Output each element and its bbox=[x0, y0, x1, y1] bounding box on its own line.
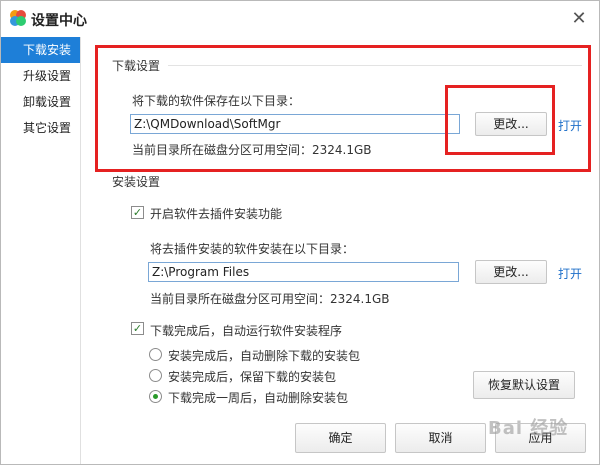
ok-button[interactable]: 确定 bbox=[295, 423, 386, 453]
download-dir-label: 将下载的软件保存在以下目录： bbox=[132, 94, 301, 108]
settings-window: 设置中心 ✕ 下载安装 升级设置 卸载设置 其它设置 下载设置 将下载的软件保存… bbox=[0, 0, 600, 465]
sidebar-item-other-settings[interactable]: 其它设置 bbox=[1, 115, 80, 141]
watermark-text: Bai 经验 bbox=[488, 418, 569, 439]
sidebar-item-download-install[interactable]: 下载安装 bbox=[1, 37, 80, 63]
sidebar: 下载安装 升级设置 卸载设置 其它设置 bbox=[1, 37, 81, 464]
download-path-field[interactable] bbox=[130, 114, 460, 134]
plugin-free-label: 开启软件去插件安装功能 bbox=[150, 207, 283, 221]
radio-delete-after-install-label: 安装完成后，自动删除下载的安装包 bbox=[168, 349, 361, 363]
install-section-title: 安装设置 bbox=[112, 175, 161, 189]
install-free-space: 当前目录所在磁盘分区可用空间：2324.1GB bbox=[150, 292, 390, 306]
install-open-link[interactable]: 打开 bbox=[558, 265, 582, 282]
autorun-checkbox[interactable]: ✓ bbox=[131, 322, 144, 335]
radio-keep-package-label: 安装完成后，保留下载的安装包 bbox=[168, 370, 337, 384]
radio-keep-package[interactable] bbox=[149, 369, 162, 382]
download-section-title: 下载设置 bbox=[112, 59, 161, 73]
app-logo-icon bbox=[10, 10, 26, 26]
close-icon[interactable]: ✕ bbox=[569, 9, 589, 29]
install-change-button[interactable]: 更改... bbox=[475, 260, 547, 284]
download-open-link[interactable]: 打开 bbox=[558, 117, 582, 134]
download-free-space: 当前目录所在磁盘分区可用空间：2324.1GB bbox=[132, 143, 372, 157]
sidebar-item-uninstall-settings[interactable]: 卸载设置 bbox=[1, 89, 80, 115]
install-path-field[interactable] bbox=[148, 262, 459, 282]
plugin-free-checkbox[interactable]: ✓ bbox=[131, 206, 144, 219]
restore-defaults-button[interactable]: 恢复默认设置 bbox=[473, 371, 575, 399]
radio-delete-after-week-label: 下载完成一周后，自动删除安装包 bbox=[168, 391, 349, 405]
settings-content: 下载设置 将下载的软件保存在以下目录： 更改... 打开 当前目录所在磁盘分区可… bbox=[82, 37, 599, 464]
radio-delete-after-install[interactable] bbox=[149, 348, 162, 361]
install-dir-label: 将去插件安装的软件安装在以下目录： bbox=[150, 242, 355, 256]
radio-delete-after-week[interactable] bbox=[149, 390, 162, 403]
window-title: 设置中心 bbox=[31, 13, 87, 29]
download-change-button[interactable]: 更改... bbox=[475, 112, 547, 136]
sidebar-item-upgrade-settings[interactable]: 升级设置 bbox=[1, 63, 80, 89]
cancel-button[interactable]: 取消 bbox=[395, 423, 486, 453]
divider bbox=[168, 65, 582, 66]
title-bar: 设置中心 ✕ bbox=[1, 1, 599, 37]
autorun-label: 下载完成后，自动运行软件安装程序 bbox=[150, 324, 343, 338]
